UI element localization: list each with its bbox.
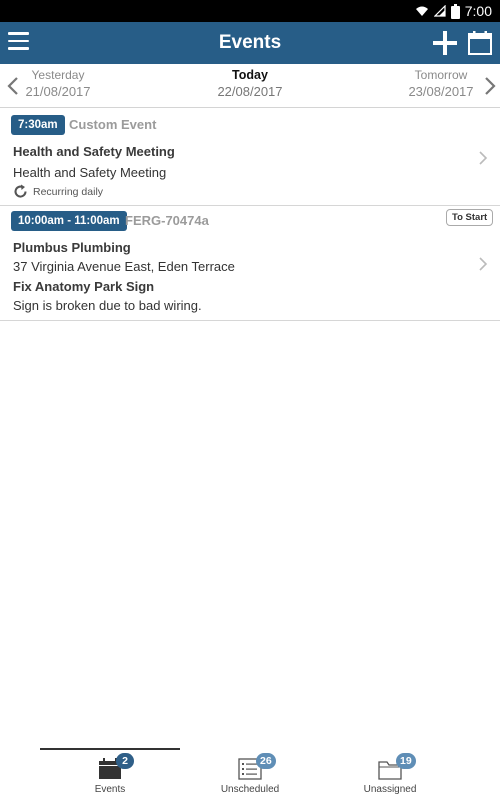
date-value: 22/08/2017 xyxy=(217,84,283,99)
date-label: Tomorrow xyxy=(414,68,468,82)
date-label: Today xyxy=(232,68,268,82)
next-day-chevron-icon[interactable] xyxy=(483,76,497,96)
date-tomorrow[interactable]: Tomorrow 23/08/2017 xyxy=(404,68,478,99)
previous-day-chevron-icon[interactable] xyxy=(6,76,20,96)
job-description: Sign is broken due to bad wiring. xyxy=(13,298,202,313)
recurrence-info: Recurring daily xyxy=(13,184,103,199)
status-time: 7:00 xyxy=(464,3,492,19)
status-icons: 7:00 xyxy=(415,2,492,20)
tab-label: Unscheduled xyxy=(220,784,280,795)
event-time-badge: 10:00am - 11:00am xyxy=(11,211,127,231)
tab-count-badge: 2 xyxy=(116,753,134,769)
chevron-right-icon xyxy=(479,151,488,165)
date-label: Yesterday xyxy=(31,68,85,82)
page-title: Events xyxy=(218,32,282,53)
tab-label: Events xyxy=(94,784,126,795)
tab-unassigned[interactable]: 19 Unassigned xyxy=(320,750,460,800)
status-badge[interactable]: To Start xyxy=(446,209,494,226)
status-bar: 7:00 xyxy=(0,0,500,22)
job-id: FERG-70474a xyxy=(125,213,209,228)
event-type: Custom Event xyxy=(69,117,157,132)
job-title: Fix Anatomy Park Sign xyxy=(13,279,155,294)
event-row[interactable]: 7:30am Custom Event Health and Safety Me… xyxy=(0,110,500,206)
date-navigation: Yesterday 21/08/2017 Today 22/08/2017 To… xyxy=(0,64,500,108)
event-row[interactable]: 10:00am - 11:00am FERG-70474a To Start P… xyxy=(0,206,500,321)
event-description: Health and Safety Meeting xyxy=(13,165,167,180)
date-yesterday[interactable]: Yesterday 21/08/2017 xyxy=(22,68,94,99)
add-event-button[interactable] xyxy=(432,30,458,56)
date-value: 23/08/2017 xyxy=(408,84,474,99)
app-bar: Events xyxy=(0,22,500,64)
event-title: Health and Safety Meeting xyxy=(13,144,175,159)
event-time-badge: 7:30am xyxy=(11,115,65,135)
menu-icon-line xyxy=(8,39,29,42)
chevron-right-icon xyxy=(479,257,488,271)
date-value: 21/08/2017 xyxy=(25,84,91,99)
recurring-icon xyxy=(14,184,27,198)
job-address: 37 Virginia Avenue East, Eden Terrace xyxy=(13,259,235,274)
bottom-navigation: 2 Events 26 Unscheduled 19 Unassigned xyxy=(0,748,500,800)
menu-icon-line xyxy=(8,32,29,35)
date-today[interactable]: Today 22/08/2017 xyxy=(210,68,290,99)
calendar-button[interactable] xyxy=(467,30,493,56)
tab-events[interactable]: 2 Events xyxy=(40,750,180,800)
menu-button[interactable] xyxy=(8,32,30,54)
tab-count-badge: 26 xyxy=(256,753,276,769)
wifi-icon xyxy=(415,6,428,16)
tab-count-badge: 19 xyxy=(396,753,416,769)
battery-icon xyxy=(450,3,460,19)
client-name: Plumbus Plumbing xyxy=(13,240,131,255)
menu-icon-line xyxy=(8,47,29,50)
tab-label: Unassigned xyxy=(363,784,417,795)
signal-icon xyxy=(433,5,446,17)
tab-unscheduled[interactable]: 26 Unscheduled xyxy=(180,750,320,800)
recurrence-text: Recurring daily xyxy=(33,185,104,198)
